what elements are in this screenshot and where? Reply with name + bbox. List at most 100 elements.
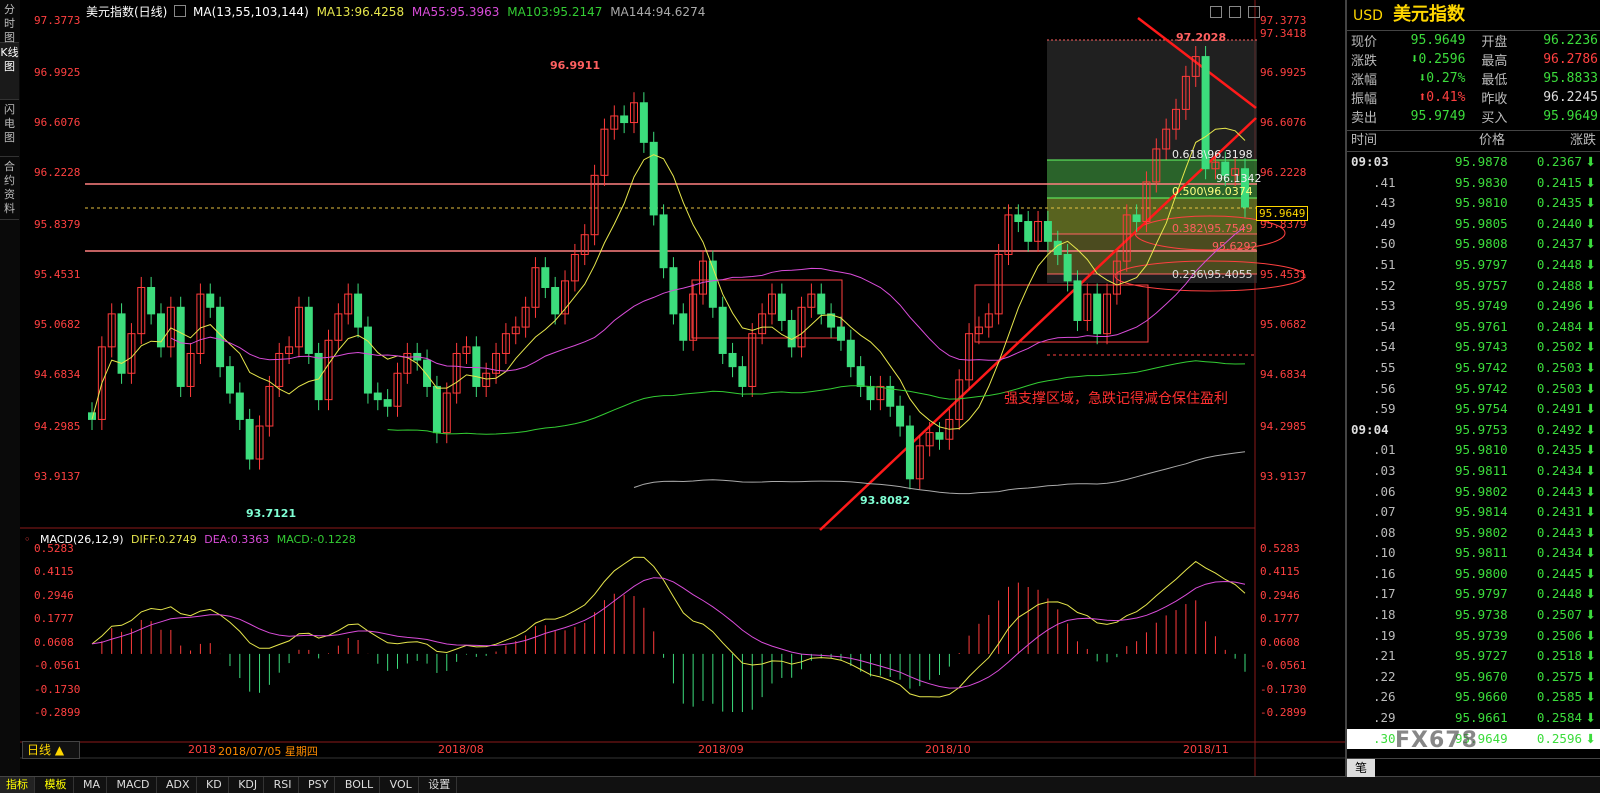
tick-time: .30 [1373,730,1396,746]
tick-change: 0.2434 [1536,462,1582,478]
tick-price: 95.9814 [1455,504,1508,520]
axis-label: 93.9137 [1260,470,1307,483]
axis-label: 0.0608 [34,636,74,649]
kline-chart-area[interactable]: 美元指数(日线) MA(13,55,103,144) MA13:96.4258 … [20,0,1345,776]
quote-label: 振幅 [1351,92,1378,107]
period-selector[interactable]: 日线 ▲ [22,741,80,759]
tick-list[interactable]: 时间 价格 涨跌 09:03 95.9878 0.2367 ⬇ .41 95.9830 0.… [1347,130,1600,750]
toolbar-settings[interactable]: 设置 [422,777,458,793]
quote-row: 卖出 95.9749 买入 95.9649 [1347,107,1600,126]
tick-row: .03 95.9811 0.2434 ⬇ [1347,461,1600,482]
tick-time: .29 [1373,710,1396,726]
down-arrow-icon: ⬇ [1585,256,1596,272]
axis-label: -0.2899 [34,706,81,719]
quote-label: 最高 [1481,54,1508,69]
tab-contract-info[interactable]: 合约资料 [0,157,19,220]
candle-body [718,306,727,354]
window-controls [1210,3,1261,22]
maximize-icon[interactable] [1248,6,1261,18]
tick-row: .06 95.9802 0.2443 ⬇ [1347,482,1600,503]
tab-timeshare[interactable]: 分时图 [0,0,19,44]
candle-body [659,214,668,269]
tick-time: 09:03 [1351,154,1389,169]
toolbar-rsi[interactable]: RSI [268,777,299,793]
tab-flash[interactable]: 闪电图 [0,100,19,157]
toolbar-ma[interactable]: MA [77,777,108,793]
toolbar-vol[interactable]: VOL [384,777,419,793]
down-arrow-icon: ⬇ [1585,668,1596,684]
toolbar-templates[interactable]: 模板 [39,777,74,793]
tick-price: 95.9761 [1455,318,1508,334]
quote-value: 95.9749 [1410,109,1466,124]
tick-price: 95.9670 [1455,668,1508,684]
tick-price: 95.9757 [1455,277,1508,293]
tick-price: 95.9742 [1455,359,1508,375]
quote-row: 涨跌 ⬇0.2596 最高 96.2786 [1347,50,1600,69]
tick-time: .18 [1373,607,1396,623]
down-arrow-icon: ⬇ [1585,627,1596,643]
candle-body [373,392,382,401]
settings-icon[interactable] [174,5,187,17]
tick-row: .41 95.9830 0.2415 ⬇ [1347,173,1600,194]
up-arrow-icon[interactable] [1210,6,1222,18]
down-arrow-icon: ⬇ [1585,359,1596,375]
quote-value: ⬆0.41% [1390,88,1469,107]
quote-label: 买入 [1481,111,1508,126]
candle-body [836,326,845,341]
quote-footer: 笔 [1347,758,1600,777]
instrument-name: 美元指数 [1393,4,1466,25]
label-fib-500: 0.500\96.0374 [1172,185,1253,198]
toolbar-psy[interactable]: PSY [302,777,336,793]
axis-label: 0.2946 [34,589,74,602]
tick-change: 0.2437 [1536,236,1582,252]
period-label: 日线 [27,743,52,757]
toolbar-kdj[interactable]: KDJ [232,777,265,793]
toolbar-indicators[interactable]: 指标 [0,777,35,793]
tick-price: 95.9661 [1455,710,1508,726]
quote-value: 96.2236 [1543,33,1598,48]
tick-row: .54 95.9743 0.2502 ⬇ [1347,337,1600,358]
tick-price: 95.9878 [1455,154,1508,169]
ma13-value: MA13:96.4258 [316,5,405,19]
axis-label: -0.2899 [1260,706,1307,719]
down-arrow-icon: ⬇ [1585,215,1596,231]
tab-kline[interactable]: K线图 [0,43,19,100]
tick-row: .18 95.9738 0.2507 ⬇ [1347,605,1600,626]
axis-label: 94.2985 [34,420,81,433]
toolbar-adx[interactable]: ADX [160,777,197,793]
date-label: 2018/09 [698,743,744,756]
date-label: 2018/08 [438,743,484,756]
candle-body [551,286,560,315]
ticks-tab[interactable]: 笔 [1347,759,1376,777]
macd-diff: DIFF:0.2749 [131,533,197,546]
candle-body [738,366,747,387]
axis-label: 95.0682 [1260,318,1307,331]
tick-time: .01 [1373,442,1396,458]
axis-label: -0.1730 [1260,683,1307,696]
instrument-code: USD [1353,8,1383,24]
down-arrow-icon: ⬇ [1585,236,1596,252]
tick-time: .08 [1373,524,1396,540]
toolbar-macd[interactable]: MACD [111,777,157,793]
tick-price: 95.9811 [1455,462,1508,478]
tick-row: 09:03 95.9878 0.2367 ⬇ [1347,152,1600,173]
tick-time: .26 [1373,689,1396,705]
candle-body [787,319,796,348]
toolbar-kd[interactable]: KD [200,777,229,793]
down-arrow-icon: ⬇ [1585,586,1596,602]
candle-body [728,352,737,368]
quote-row: 现价 95.9649 开盘 96.2236 [1347,31,1600,50]
tick-change: 0.2484 [1536,318,1582,334]
tick-time: .41 [1373,174,1396,190]
down-arrow-icon: ⬇ [1585,504,1596,520]
tick-price: 95.9805 [1455,215,1508,231]
tick-change: 0.2575 [1536,668,1582,684]
toolbar-boll[interactable]: BOLL [339,777,381,793]
chart-header: 美元指数(日线) MA(13,55,103,144) MA13:96.4258 … [86,3,705,20]
tick-row: .54 95.9761 0.2484 ⬇ [1347,317,1600,338]
axis-label: 96.9925 [34,66,81,79]
tick-change: 0.2434 [1536,545,1582,561]
tick-change: 0.2506 [1536,627,1582,643]
down-arrow-icon[interactable] [1229,6,1242,18]
tick-row: .56 95.9742 0.2503 ⬇ [1347,379,1600,400]
